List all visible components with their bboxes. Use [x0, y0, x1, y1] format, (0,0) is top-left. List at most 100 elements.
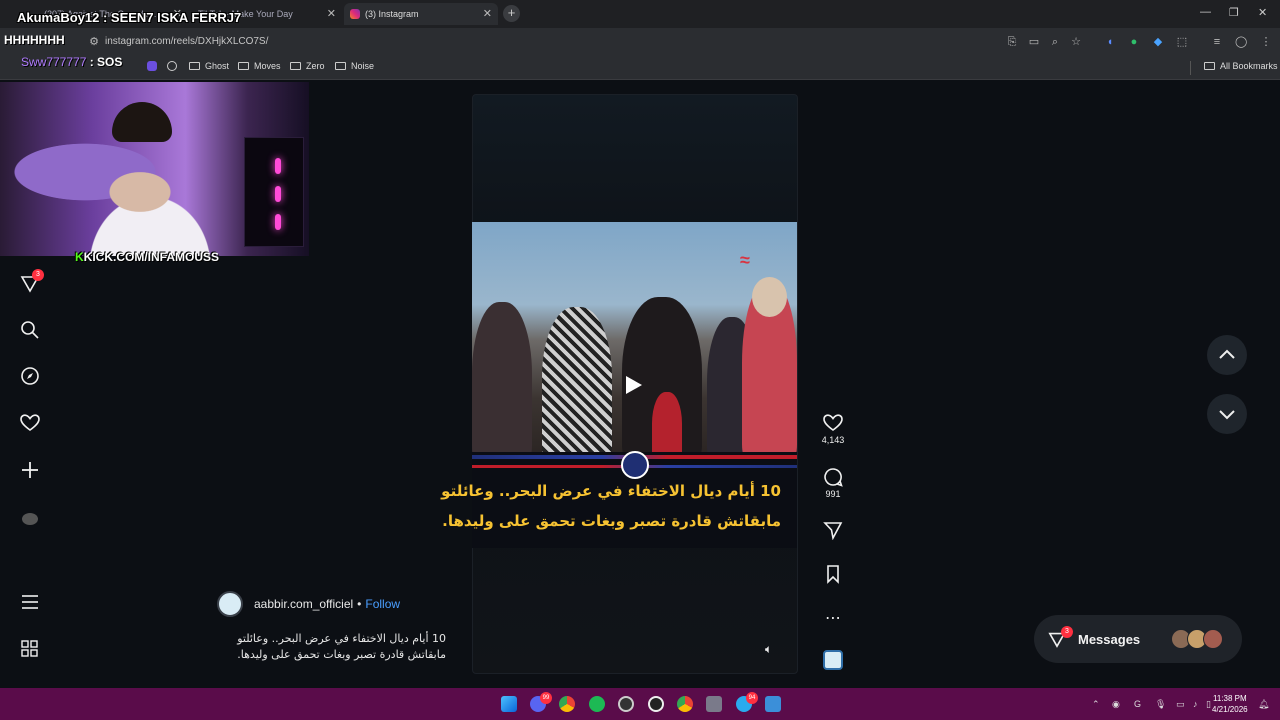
share-button[interactable]: [820, 520, 846, 542]
bookmark-label: All Bookmarks: [1220, 61, 1278, 71]
battery-icon[interactable]: ▯: [1206, 699, 1211, 710]
minimize-icon[interactable]: —: [1200, 6, 1211, 18]
bookmark-icon[interactable]: [167, 61, 177, 71]
restore-icon[interactable]: ❐: [1229, 6, 1239, 19]
follow-button[interactable]: Follow: [365, 597, 400, 611]
save-button[interactable]: [820, 564, 846, 586]
stream-alert-line3: Sww777777 : SOS: [21, 55, 122, 69]
taskbar-clock[interactable]: 11:38 PM 4/21/2026: [1212, 693, 1248, 715]
new-tab-button[interactable]: +: [503, 5, 520, 22]
bookmark-label: Zero: [306, 61, 325, 71]
extension-icon[interactable]: ◆: [1152, 36, 1164, 48]
more-apps-icon[interactable]: [20, 639, 40, 659]
url-input[interactable]: instagram.com/reels/DXHjkXLCO7S/: [100, 32, 1000, 52]
comment-icon: [824, 468, 843, 487]
tray-app-icon[interactable]: G: [1134, 699, 1141, 709]
app-icon[interactable]: [706, 696, 722, 712]
stream-alert-name: AkumaBoy12 : SEEN7 ISKA FERRJ7: [17, 10, 242, 25]
chevron-down-icon: [1219, 410, 1235, 420]
author-username[interactable]: aabbir.com_officiel: [254, 597, 353, 611]
extension-icon[interactable]: ●: [1128, 36, 1140, 48]
start-icon[interactable]: [501, 696, 517, 712]
close-icon[interactable]: ✕: [327, 7, 336, 20]
heart-notifications-icon[interactable]: [20, 413, 40, 433]
audio-thumbnail[interactable]: [820, 650, 846, 672]
extension-icon[interactable]: ◖: [1104, 36, 1116, 48]
like-count: 4,143: [821, 435, 845, 445]
extensions-puzzle-icon[interactable]: ⬚: [1176, 36, 1188, 48]
reel-headline-line1: 10 أيام ديال الاختفاء في عرض البحر.. وعا…: [441, 482, 781, 500]
messenger-nav-icon[interactable]: 3: [20, 269, 44, 293]
play-icon[interactable]: [626, 376, 642, 394]
photos-icon[interactable]: [765, 696, 781, 712]
bookmark-folder-ghost[interactable]: Ghost: [189, 61, 229, 71]
volume-icon[interactable]: 🔈︎: [765, 642, 772, 657]
spotify-icon[interactable]: [589, 696, 605, 712]
notifications-bell-icon[interactable]: 🔔︎: [1258, 699, 1269, 710]
pc-case: [244, 137, 304, 247]
microphone-icon[interactable]: 🎙︎: [1155, 699, 1166, 710]
create-plus-icon[interactable]: [20, 460, 40, 480]
bookmark-folder-moves[interactable]: Moves: [238, 61, 281, 71]
taskbar: 99 94 ⌃ ◉ G 🎙︎ ▭ ♪ ▯ 11:38 PM 4/21/2026 …: [0, 688, 1280, 720]
explore-compass-icon[interactable]: [20, 366, 40, 386]
obs-icon[interactable]: [618, 696, 634, 712]
previous-reel-button[interactable]: [1207, 335, 1247, 375]
comment-button[interactable]: 991: [820, 467, 846, 499]
discord-badge: 99: [540, 692, 552, 704]
telegram-badge: 94: [746, 692, 758, 704]
tab-instagram[interactable]: (3) Instagram ✕: [344, 3, 498, 25]
reel-author: aabbir.com_officiel • Follow: [217, 591, 400, 617]
search-icon[interactable]: [20, 320, 40, 340]
profile-avatar[interactable]: [20, 510, 40, 530]
channel-logo-icon: [621, 451, 649, 479]
cast-icon[interactable]: ▭: [1028, 36, 1040, 48]
bookmark-label: Noise: [351, 61, 375, 71]
translate-icon[interactable]: ⎘: [1006, 36, 1018, 48]
bookmark-star-icon[interactable]: ☆: [1070, 36, 1082, 48]
notification-badge: 3: [32, 269, 44, 281]
menu-kebab-icon[interactable]: ⋮: [1260, 36, 1272, 48]
folder-icon: [238, 62, 249, 70]
site-info-icon[interactable]: ⚙: [88, 36, 100, 48]
close-icon[interactable]: ✕: [483, 7, 492, 20]
bookmark-label: Ghost: [205, 61, 230, 71]
reading-list-icon[interactable]: ≡: [1211, 36, 1223, 48]
tray-discord-icon[interactable]: ◉: [1112, 699, 1120, 710]
chrome-profile-icon[interactable]: [677, 696, 693, 712]
message-avatar: [1203, 629, 1223, 649]
reel-description-line2: مابقاتش قادرة تصبر وبغات تحمق على وليدها…: [237, 648, 446, 661]
bookmark-label: Moves: [254, 61, 281, 71]
bookmark-folder-noise[interactable]: Noise: [335, 61, 374, 71]
divider: [1190, 61, 1191, 75]
kick-url-text: KICK.COM/INFAMOUSS: [83, 250, 220, 264]
follow-separator: •: [357, 597, 362, 611]
chrome-icon[interactable]: [559, 696, 575, 712]
messages-button[interactable]: 3 Messages: [1034, 615, 1242, 663]
network-icon[interactable]: ▭: [1176, 699, 1185, 710]
bookmark-folder-zero[interactable]: Zero: [290, 61, 325, 71]
window-close-icon[interactable]: ✕: [1258, 6, 1267, 19]
instagram-favicon-icon: [350, 9, 360, 19]
messages-badge: 3: [1061, 626, 1073, 638]
app-icon[interactable]: [648, 696, 664, 712]
stream-alert-user: Sww777777: [21, 55, 87, 69]
like-button[interactable]: 4,143: [820, 413, 846, 445]
author-avatar[interactable]: [217, 591, 243, 617]
next-reel-button[interactable]: [1207, 394, 1247, 434]
volume-icon[interactable]: ♪: [1193, 699, 1198, 709]
stream-alert-line2: HHHHHHH: [4, 33, 65, 47]
profile-icon[interactable]: ◯: [1235, 36, 1247, 48]
channel-watermark-icon: ≈: [740, 250, 750, 270]
reel-video-frame[interactable]: ≈: [472, 222, 797, 458]
bookmark-icon[interactable]: [147, 61, 157, 71]
more-options-icon[interactable]: ⋯: [820, 608, 846, 628]
all-bookmarks-button[interactable]: All Bookmarks: [1204, 61, 1278, 71]
menu-hamburger-icon[interactable]: [20, 592, 40, 612]
kick-url-overlay: KKICK.COM/INFAMOUSS: [75, 250, 219, 264]
zoom-icon[interactable]: ⌕: [1049, 36, 1061, 48]
stream-alert-msg: : SOS: [86, 55, 123, 69]
tray-chevron-up-icon[interactable]: ⌃: [1092, 699, 1100, 710]
messages-label: Messages: [1078, 632, 1141, 647]
heart-icon: [823, 414, 843, 431]
